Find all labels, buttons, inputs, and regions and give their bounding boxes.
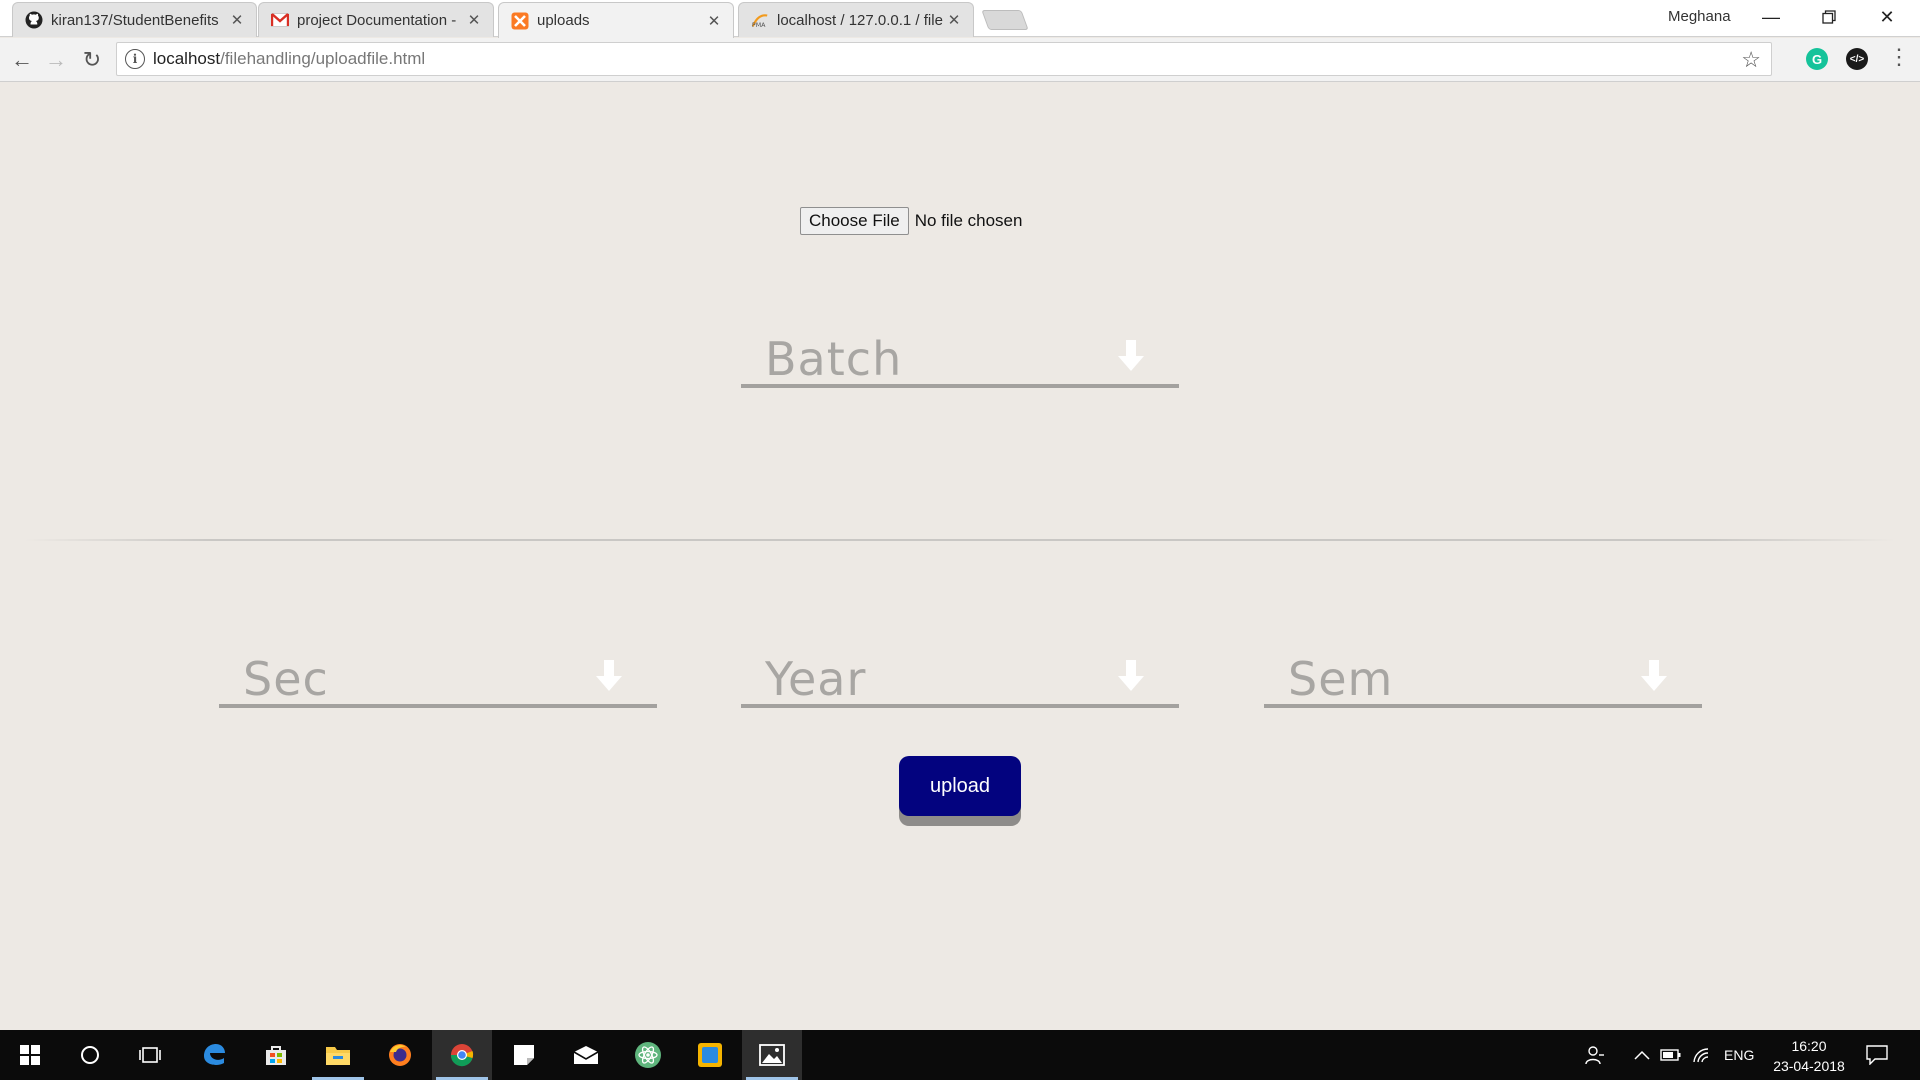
close-tab-icon[interactable]: ✕ — [705, 12, 723, 30]
windows-taskbar: ENG 16:20 23-04-2018 — [0, 1030, 1920, 1080]
svg-text:PMA: PMA — [752, 22, 766, 29]
github-icon — [25, 11, 43, 29]
restore-icon[interactable] — [1800, 0, 1858, 34]
close-window-icon[interactable]: ✕ — [1858, 0, 1916, 34]
tab-title: kiran137/StudentBenefits — [51, 11, 219, 29]
language-indicator[interactable]: ENG — [1724, 1030, 1754, 1080]
sem-select[interactable]: Sem — [1264, 648, 1702, 708]
tab-title: project Documentation - — [297, 11, 457, 29]
page-content: Choose File No file chosen Batch Sec Yea… — [0, 83, 1920, 1030]
gmail-icon — [271, 11, 289, 29]
new-tab-button[interactable] — [981, 10, 1029, 30]
people-icon[interactable] — [1584, 1030, 1606, 1080]
sec-label: Sec — [243, 652, 329, 706]
close-tab-icon[interactable]: ✕ — [945, 11, 963, 29]
tab-phpmyadmin[interactable]: PMA localhost / 127.0.0.1 / file ✕ — [738, 2, 974, 37]
batch-label: Batch — [765, 332, 903, 386]
forward-arrow-icon[interactable]: → — [42, 46, 70, 74]
tab-title: uploads — [537, 12, 590, 29]
tab-gmail[interactable]: project Documentation - ✕ — [258, 2, 494, 37]
tab-title: localhost / 127.0.0.1 / file — [777, 11, 943, 29]
phpmyadmin-icon: PMA — [751, 11, 769, 29]
arrow-down-icon — [1641, 660, 1667, 691]
xampp-icon — [511, 12, 529, 30]
cortana-search-icon[interactable] — [60, 1030, 120, 1080]
code-extension-icon[interactable]: </> — [1846, 48, 1868, 70]
browser-tab-strip: kiran137/StudentBenefits ✕ project Docum… — [0, 0, 1920, 38]
clock-time: 16:20 — [1791, 1038, 1827, 1054]
sem-label: Sem — [1288, 652, 1394, 706]
sec-select[interactable]: Sec — [219, 648, 657, 708]
start-windows-icon[interactable] — [0, 1030, 60, 1080]
url-path: /filehandling/uploadfile.html — [220, 49, 426, 68]
info-icon[interactable]: i — [125, 49, 145, 69]
arrow-down-icon — [1118, 660, 1144, 691]
reload-icon[interactable]: ↻ — [78, 46, 106, 74]
year-label: Year — [765, 652, 867, 706]
close-tab-icon[interactable]: ✕ — [465, 11, 483, 29]
notifications-icon[interactable] — [1866, 1030, 1888, 1080]
year-select[interactable]: Year — [741, 648, 1179, 708]
sticky-notes-icon[interactable] — [494, 1030, 554, 1080]
batch-select[interactable]: Batch — [741, 328, 1179, 388]
file-explorer-icon[interactable] — [308, 1030, 368, 1080]
clock-date: 23-04-2018 — [1773, 1058, 1845, 1074]
browser-toolbar: ← → ↻ i localhost/filehandling/uploadfil… — [0, 38, 1920, 82]
arrow-down-icon — [596, 660, 622, 691]
mail-icon[interactable] — [556, 1030, 616, 1080]
photos-icon[interactable] — [742, 1030, 802, 1080]
grammarly-icon[interactable]: G — [1806, 48, 1828, 70]
file-status: No file chosen — [914, 211, 1023, 230]
wifi-icon[interactable] — [1692, 1030, 1712, 1080]
chrome-icon[interactable] — [432, 1030, 492, 1080]
store-icon[interactable] — [246, 1030, 306, 1080]
profile-name[interactable]: Meghana — [1668, 8, 1731, 25]
choose-file-button[interactable]: Choose File — [800, 207, 909, 235]
clock[interactable]: 16:20 23-04-2018 — [1764, 1036, 1854, 1076]
battery-icon[interactable] — [1660, 1030, 1682, 1080]
task-view-icon[interactable] — [120, 1030, 180, 1080]
tab-uploads[interactable]: uploads ✕ — [498, 2, 734, 38]
arrow-down-icon — [1118, 340, 1144, 371]
address-bar[interactable]: i localhost/filehandling/uploadfile.html… — [116, 42, 1772, 76]
edge-browser-icon[interactable] — [184, 1030, 244, 1080]
chevron-up-icon[interactable] — [1634, 1030, 1650, 1080]
menu-dots-icon[interactable]: ⋮ — [1888, 46, 1910, 68]
firefox-icon[interactable] — [370, 1030, 430, 1080]
atom-icon[interactable] — [618, 1030, 678, 1080]
minimize-icon[interactable]: — — [1742, 0, 1800, 34]
url-host: localhost — [153, 49, 221, 68]
upload-button[interactable]: upload — [899, 756, 1021, 816]
app-icon[interactable] — [680, 1030, 740, 1080]
section-divider — [25, 539, 1895, 541]
bookmark-star-icon[interactable]: ☆ — [1741, 47, 1761, 73]
tab-github[interactable]: kiran137/StudentBenefits ✕ — [12, 2, 257, 37]
back-arrow-icon[interactable]: ← — [8, 46, 36, 74]
file-input[interactable]: Choose File No file chosen — [800, 207, 1022, 235]
close-tab-icon[interactable]: ✕ — [228, 11, 246, 29]
